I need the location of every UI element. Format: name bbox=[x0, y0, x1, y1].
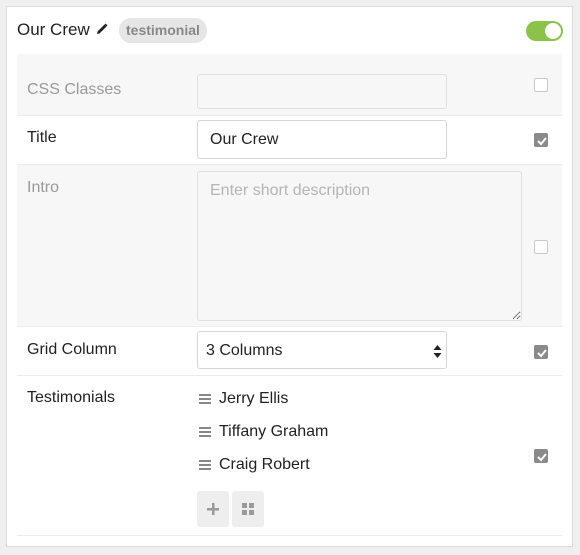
plus-icon bbox=[207, 503, 219, 515]
testimonials-label: Testimonials bbox=[27, 389, 116, 406]
intro-textarea[interactable] bbox=[197, 171, 522, 321]
title-row: Title bbox=[17, 116, 562, 165]
testimonial-item-name: Craig Robert bbox=[219, 456, 310, 473]
select-arrows-icon bbox=[433, 345, 442, 358]
drag-handle-icon[interactable] bbox=[199, 427, 211, 437]
grid-icon bbox=[242, 503, 254, 515]
widget-type-badge: testimonial bbox=[119, 18, 207, 43]
title-input[interactable] bbox=[197, 120, 447, 159]
testimonials-checkbox[interactable] bbox=[534, 449, 548, 463]
grid-column-select[interactable]: 3 Columns bbox=[197, 331, 447, 369]
checkmark-icon bbox=[537, 137, 547, 146]
testimonial-item-name: Tiffany Graham bbox=[219, 423, 329, 440]
toggle-knob bbox=[545, 23, 561, 39]
drag-handle-icon[interactable] bbox=[199, 394, 211, 404]
title-checkbox[interactable] bbox=[534, 133, 548, 147]
testimonials-row: Testimonials Jerry Ellis Tiffany Graham … bbox=[17, 376, 562, 536]
css-classes-label: CSS Classes bbox=[27, 81, 122, 98]
css-classes-checkbox[interactable] bbox=[534, 78, 548, 92]
enable-toggle[interactable] bbox=[526, 21, 563, 41]
grid-column-row: Grid Column 3 Columns bbox=[17, 327, 562, 376]
widget-panel: Our Crew testimonial CSS Classes Title I… bbox=[6, 6, 573, 547]
intro-checkbox[interactable] bbox=[534, 240, 548, 254]
css-classes-row: CSS Classes bbox=[17, 54, 562, 116]
grid-column-value: 3 Columns bbox=[206, 342, 283, 359]
testimonial-item-name: Jerry Ellis bbox=[219, 390, 289, 407]
css-classes-input[interactable] bbox=[197, 74, 447, 109]
intro-label: Intro bbox=[27, 179, 60, 196]
grid-column-checkbox[interactable] bbox=[534, 345, 548, 359]
checkmark-icon bbox=[537, 453, 547, 462]
drag-handle-icon[interactable] bbox=[199, 460, 211, 470]
intro-row: Intro bbox=[17, 165, 562, 327]
title-label: Title bbox=[27, 129, 57, 146]
pencil-icon[interactable] bbox=[96, 22, 108, 34]
add-testimonial-button[interactable] bbox=[197, 491, 229, 527]
widget-title: Our Crew bbox=[17, 20, 90, 39]
widget-header: Our Crew testimonial bbox=[7, 7, 572, 54]
browse-testimonials-button[interactable] bbox=[232, 491, 264, 527]
checkmark-icon bbox=[537, 349, 547, 358]
grid-column-label: Grid Column bbox=[27, 341, 117, 358]
